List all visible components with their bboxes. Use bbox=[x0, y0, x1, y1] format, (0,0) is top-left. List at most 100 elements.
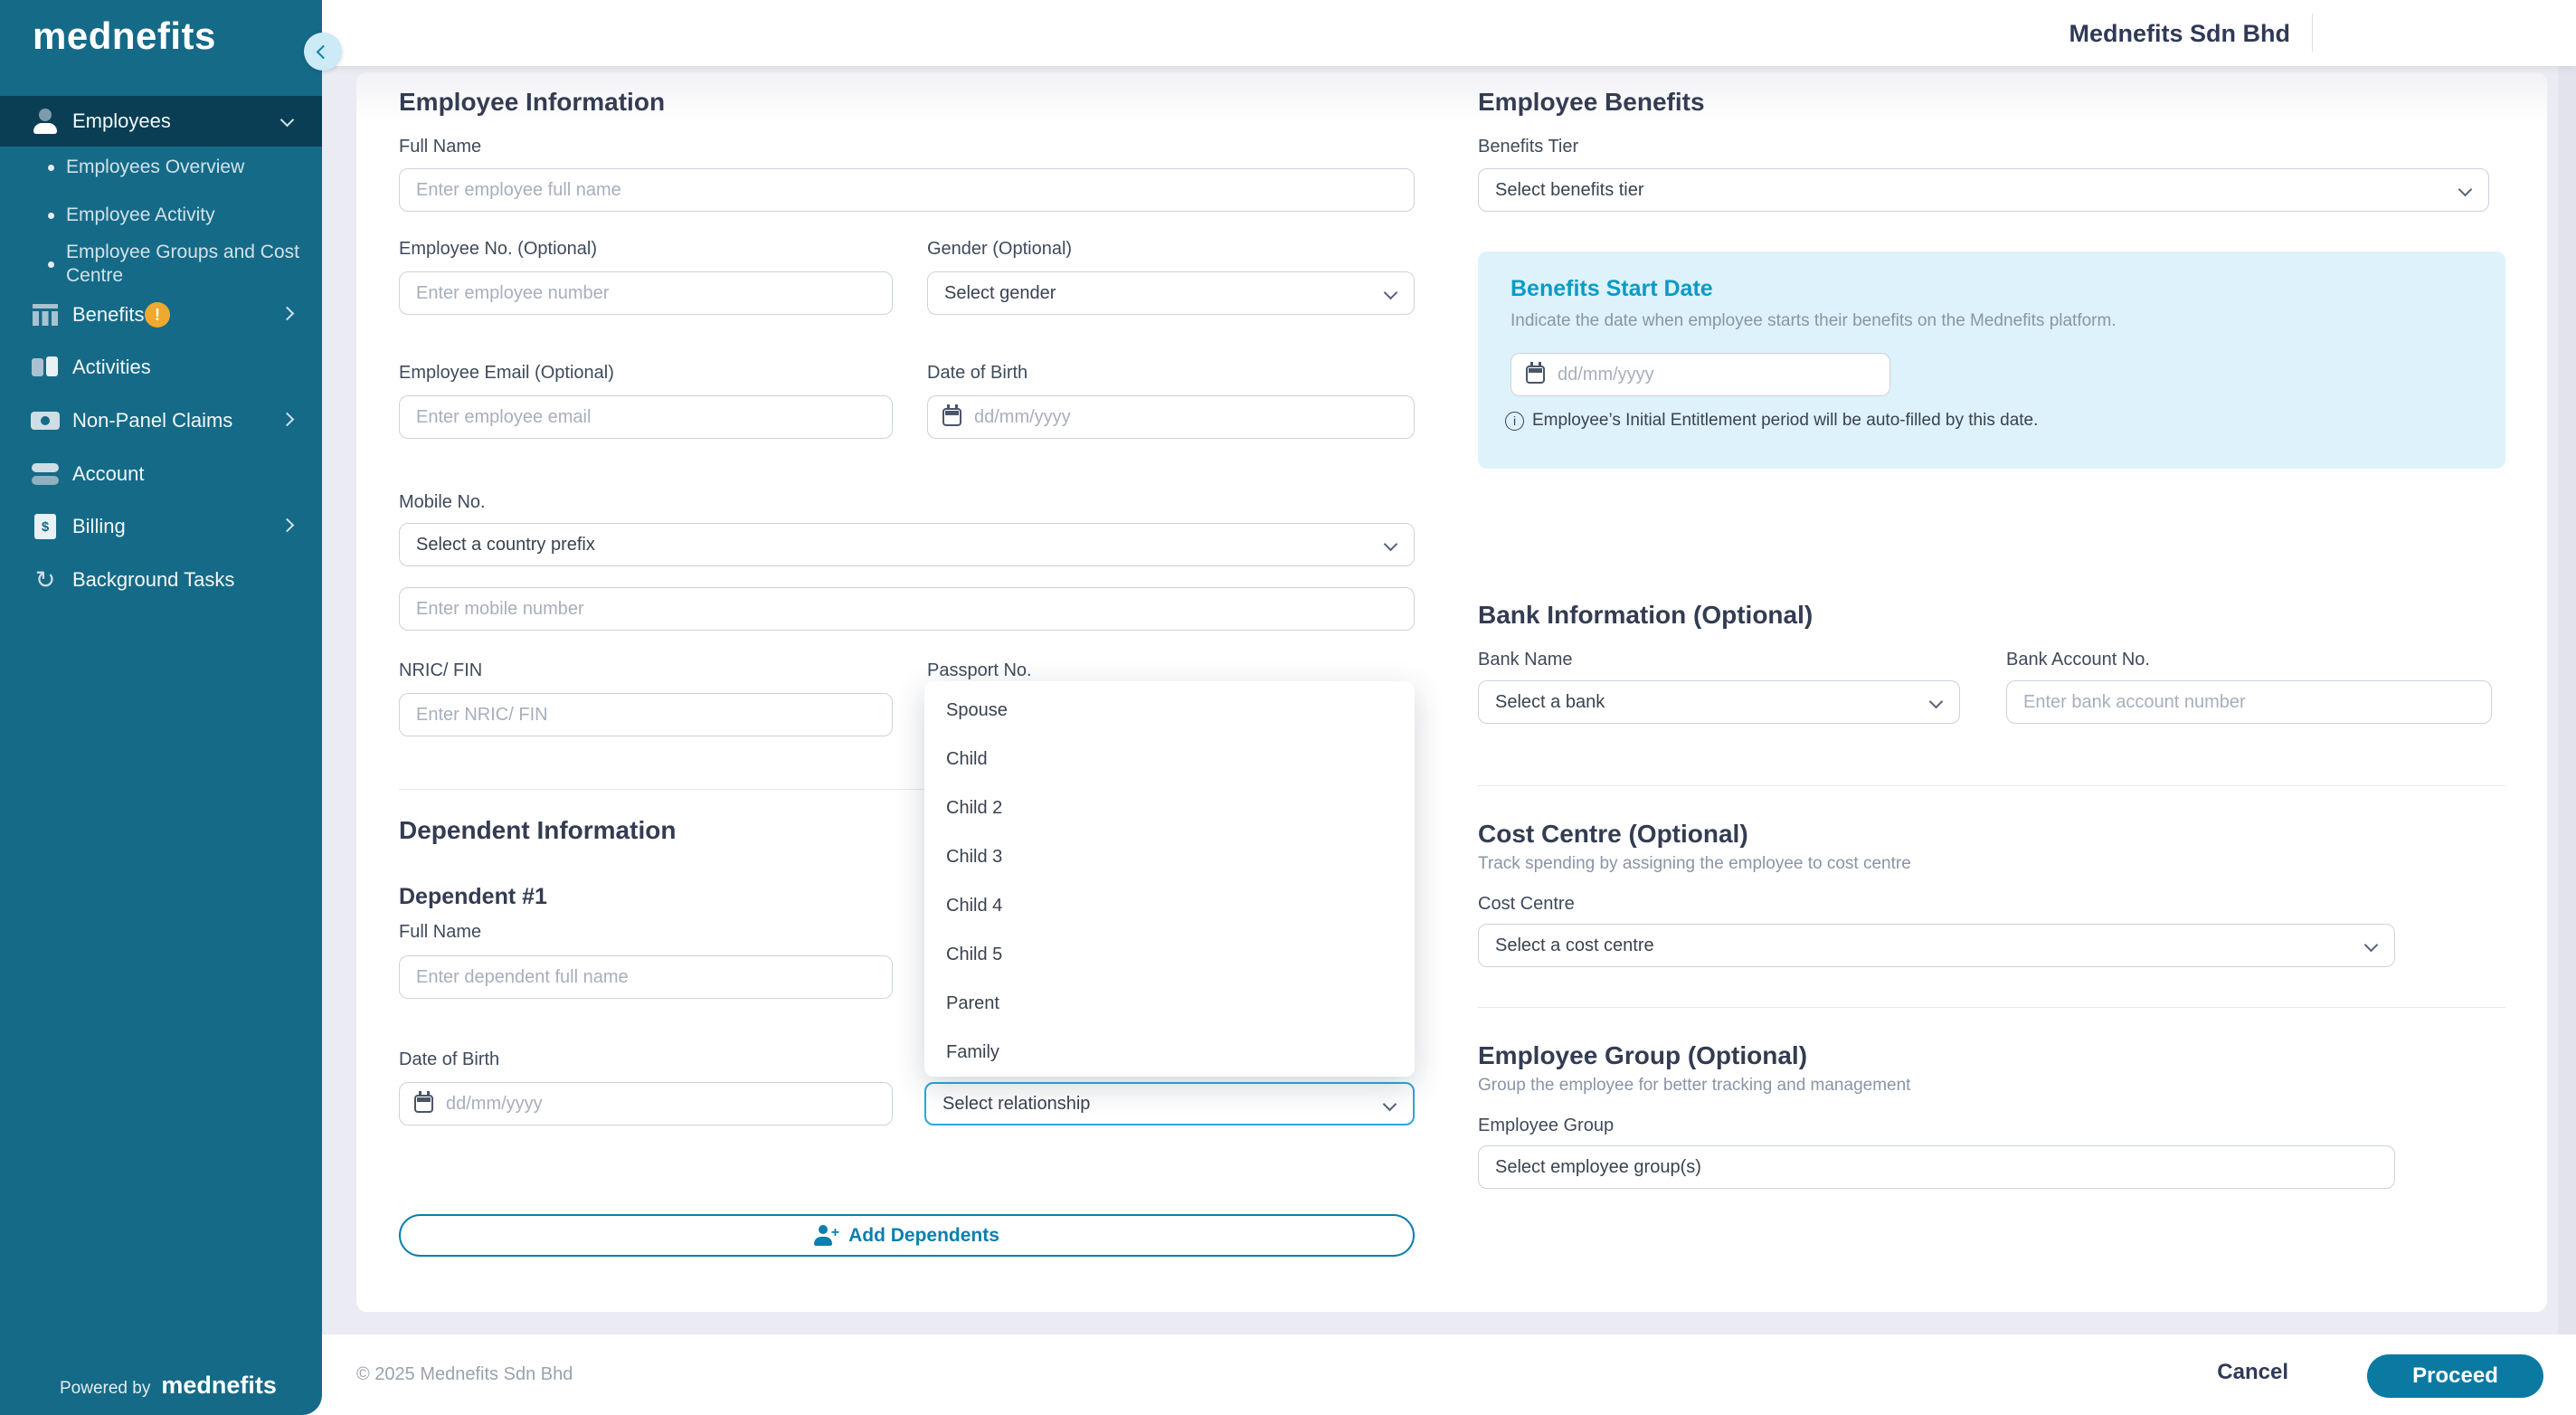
bank-name-value: Select a bank bbox=[1495, 691, 1605, 712]
sidebar-subitem-label: Employee Groups and Cost Centre bbox=[66, 242, 299, 286]
employee-group-value: Select employee group(s) bbox=[1495, 1156, 1701, 1177]
dob-date-input[interactable]: dd/mm/yyyy bbox=[927, 395, 1415, 439]
person-add-icon: + bbox=[814, 1225, 839, 1246]
chevron-right-icon bbox=[279, 412, 295, 429]
sidebar-item-label: Non-Panel Claims bbox=[72, 409, 233, 432]
invoice-icon bbox=[31, 514, 60, 539]
passport-label: Passport No. bbox=[927, 660, 1032, 680]
country-prefix-value: Select a country prefix bbox=[416, 534, 595, 555]
sidebar-item-background-tasks[interactable]: ↻ Background Tasks bbox=[0, 556, 322, 603]
dob-placeholder: dd/mm/yyyy bbox=[974, 406, 1071, 427]
benefits-start-date-note: Employee’s Initial Entitlement period wi… bbox=[1505, 411, 2038, 431]
dependent-information-title: Dependent Information bbox=[399, 816, 677, 844]
email-label: Employee Email (Optional) bbox=[399, 363, 614, 383]
relationship-option[interactable]: Child 5 bbox=[924, 930, 1415, 979]
full-name-label: Full Name bbox=[399, 137, 482, 157]
sidebar-item-employees[interactable]: Employees bbox=[0, 96, 322, 147]
sidebar-item-activities[interactable]: Activities bbox=[0, 344, 322, 391]
benefits-start-date-placeholder: dd/mm/yyyy bbox=[1558, 364, 1654, 385]
sidebar-item-label: Activities bbox=[72, 356, 151, 378]
chevron-down-icon bbox=[2363, 937, 2379, 953]
email-input[interactable] bbox=[399, 395, 893, 439]
employee-group-select[interactable]: Select employee group(s) bbox=[1478, 1145, 2395, 1189]
bank-name-label: Bank Name bbox=[1478, 650, 1573, 670]
sidebar-collapse-button[interactable] bbox=[304, 33, 342, 71]
section-divider bbox=[1478, 785, 2505, 786]
employee-information-title: Employee Information bbox=[399, 88, 666, 116]
gender-select-value: Select gender bbox=[944, 282, 1056, 303]
sidebar-subitem-label: Employees Overview bbox=[66, 157, 245, 177]
dependent-dob-label: Date of Birth bbox=[399, 1049, 500, 1069]
benefits-tier-value: Select benefits tier bbox=[1495, 179, 1644, 200]
proceed-button[interactable]: Proceed bbox=[2367, 1354, 2543, 1398]
relationship-option[interactable]: Family bbox=[924, 1028, 1415, 1077]
mobile-number-input[interactable] bbox=[399, 587, 1415, 631]
add-dependents-label: Add Dependents bbox=[848, 1224, 999, 1246]
bullet-icon bbox=[48, 261, 54, 268]
bank-account-label: Bank Account No. bbox=[2006, 650, 2150, 670]
mednefits-footer-logo: mednefits bbox=[161, 1372, 277, 1399]
powered-by-text: Powered by bbox=[60, 1379, 151, 1398]
bullet-icon bbox=[48, 212, 54, 219]
dependent-1-title: Dependent #1 bbox=[399, 884, 547, 909]
header-divider bbox=[2312, 14, 2313, 52]
relationship-option[interactable]: Parent bbox=[924, 979, 1415, 1028]
sidebar-item-label: Employees bbox=[72, 109, 171, 132]
relationship-option[interactable]: Child 3 bbox=[924, 832, 1415, 881]
dependent-dob-date-input[interactable]: dd/mm/yyyy bbox=[399, 1082, 893, 1125]
benefits-columns-icon bbox=[31, 304, 60, 326]
gender-select[interactable]: Select gender bbox=[927, 271, 1415, 315]
sidebar-item-benefits[interactable]: Benefits ! bbox=[0, 291, 322, 338]
employee-group-subtitle: Group the employee for better tracking a… bbox=[1478, 1076, 1911, 1095]
cancel-button[interactable]: Cancel bbox=[2217, 1360, 2288, 1385]
add-employee-page: { "sidebar": { "logo": "mednefits", "emp… bbox=[0, 0, 2576, 1415]
cost-centre-label: Cost Centre bbox=[1478, 894, 1575, 914]
relationship-select[interactable]: Select relationship bbox=[924, 1082, 1415, 1125]
gender-label: Gender (Optional) bbox=[927, 239, 1073, 259]
section-divider bbox=[1478, 1007, 2505, 1008]
sidebar-item-employee-groups-cost-centre[interactable]: Employee Groups and Cost Centre bbox=[0, 237, 322, 291]
cost-centre-subtitle: Track spending by assigning the employee… bbox=[1478, 854, 1911, 873]
chevron-down-icon bbox=[279, 112, 295, 129]
relationship-select-value: Select relationship bbox=[942, 1093, 1091, 1114]
footer-action-bar: © 2025 Mednefits Sdn Bhd Cancel Proceed bbox=[308, 1334, 2576, 1415]
relationship-option[interactable]: Child 4 bbox=[924, 881, 1415, 930]
benefits-tier-select[interactable]: Select benefits tier bbox=[1478, 168, 2489, 212]
full-name-input[interactable] bbox=[399, 168, 1415, 212]
sidebar-subitem-label: Employee Activity bbox=[66, 204, 215, 225]
dob-label: Date of Birth bbox=[927, 363, 1028, 383]
bank-account-input[interactable] bbox=[2006, 680, 2492, 724]
relationship-option[interactable]: Child bbox=[924, 735, 1415, 783]
sidebar-item-employees-overview[interactable]: Employees Overview bbox=[0, 147, 322, 187]
benefits-start-date-description: Indicate the date when employee starts t… bbox=[1511, 311, 2117, 330]
benefits-start-date-panel: Benefits Start Date Indicate the date wh… bbox=[1478, 252, 2505, 469]
chevron-right-icon bbox=[279, 306, 295, 323]
relationship-option[interactable]: Spouse bbox=[924, 686, 1415, 735]
cost-centre-value: Select a cost centre bbox=[1495, 935, 1654, 955]
warning-badge: ! bbox=[145, 302, 170, 328]
mednefits-logo: mednefits bbox=[33, 14, 216, 57]
bank-name-select[interactable]: Select a bank bbox=[1478, 680, 1960, 724]
relationship-option[interactable]: Child 2 bbox=[924, 783, 1415, 832]
employee-no-input[interactable] bbox=[399, 271, 893, 315]
cost-centre-select[interactable]: Select a cost centre bbox=[1478, 924, 2395, 967]
sidebar-item-label: Billing bbox=[72, 515, 126, 537]
nric-label: NRIC/ FIN bbox=[399, 660, 483, 680]
employee-group-label: Employee Group bbox=[1478, 1116, 1615, 1135]
chevron-down-icon bbox=[1928, 694, 1944, 709]
nric-input[interactable] bbox=[399, 693, 893, 736]
scroll-track[interactable] bbox=[2558, 66, 2576, 1334]
sidebar-item-non-panel-claims[interactable]: Non-Panel Claims bbox=[0, 397, 322, 444]
dependent-full-name-input[interactable] bbox=[399, 955, 893, 999]
benefits-start-date-input[interactable]: dd/mm/yyyy bbox=[1511, 353, 1890, 396]
sidebar-item-employee-activity[interactable]: Employee Activity bbox=[0, 195, 322, 235]
country-prefix-select[interactable]: Select a country prefix bbox=[399, 523, 1415, 566]
book-icon bbox=[31, 356, 60, 378]
employee-benefits-title: Employee Benefits bbox=[1478, 88, 1705, 116]
sidebar-item-account[interactable]: Account bbox=[0, 451, 322, 498]
calendar-icon bbox=[1526, 362, 1545, 384]
benefits-start-date-title: Benefits Start Date bbox=[1511, 276, 1713, 301]
employee-group-title: Employee Group (Optional) bbox=[1478, 1041, 1808, 1069]
sidebar-item-billing[interactable]: Billing bbox=[0, 503, 322, 550]
add-dependents-button[interactable]: + Add Dependents bbox=[399, 1214, 1415, 1257]
